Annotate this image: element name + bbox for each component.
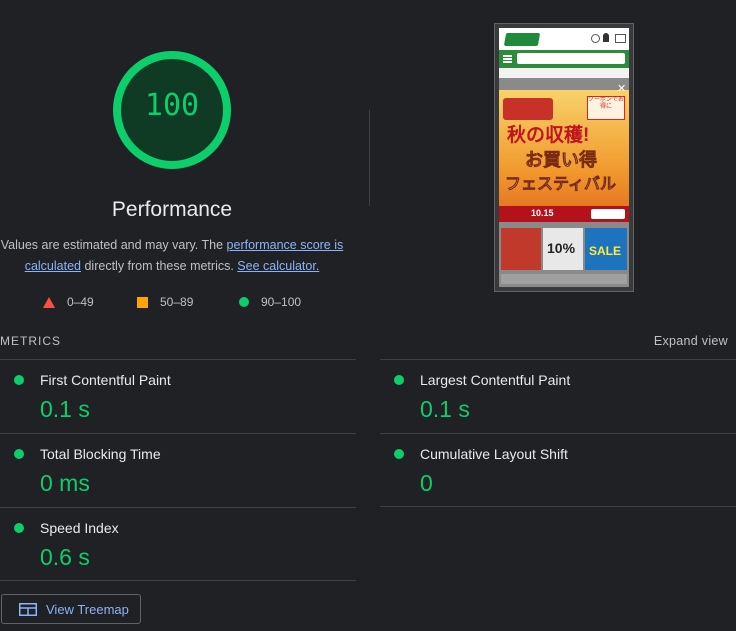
banner-title-3: フェスティバル: [505, 176, 617, 194]
history-icon: [591, 34, 600, 43]
view-treemap-label: View Treemap: [46, 601, 129, 617]
performance-title: Performance: [111, 198, 233, 221]
banner-title-1: 秋の収穫!: [507, 125, 590, 146]
metric-label: Largest Contentful Paint: [420, 372, 571, 388]
metric-value: 0.1 s: [420, 396, 470, 422]
metric-value: 0 ms: [40, 470, 90, 496]
legend-fail-range: 0–49: [67, 295, 94, 309]
metric-cumulative-layout-shift: Cumulative Layout Shift 0: [380, 433, 736, 508]
close-icon: ✕: [617, 83, 627, 95]
user-icon: [603, 33, 609, 42]
metric-label: First Contentful Paint: [40, 372, 171, 388]
legend-pass-range: 90–100: [261, 295, 302, 309]
vertical-divider: [369, 110, 370, 206]
desc-prefix: Values are estimated and may vary. The: [0, 238, 227, 252]
banner-detail-button: [591, 209, 625, 219]
site-nav: [499, 68, 629, 78]
desc-middle: directly from these metrics.: [81, 259, 238, 273]
metric-largest-contentful-paint: Largest Contentful Paint 0.1 s: [380, 359, 736, 434]
see-calculator-link[interactable]: See calculator.: [237, 259, 319, 273]
legend-fail: 0–49: [43, 295, 94, 309]
promo-percent: 10%: [547, 240, 576, 256]
cart-icon: [615, 34, 626, 43]
metrics-divider-right: [380, 506, 736, 507]
page-screenshot-thumbnail[interactable]: クーポンでお得に 秋の収穫! お買い得 フェスティバル 10.15 ✕ 10% …: [494, 23, 634, 292]
triangle-icon: [43, 296, 55, 308]
view-treemap-button[interactable]: View Treemap: [1, 594, 141, 624]
banner-date-strip: 10.15: [499, 206, 629, 222]
pass-dot-icon: [394, 375, 404, 385]
promo-sale: SALE: [589, 244, 622, 258]
promo-tile-2: 10%: [543, 228, 583, 270]
promo-strip: [501, 274, 627, 284]
metric-label: Total Blocking Time: [40, 446, 161, 462]
treemap-icon: [19, 602, 37, 616]
site-search-bar: [499, 50, 629, 68]
metric-label: Cumulative Layout Shift: [420, 446, 568, 462]
metrics-divider-left: [0, 580, 356, 581]
site-logo: [503, 33, 541, 46]
score-description: Values are estimated and may vary. The p…: [0, 235, 344, 277]
legend-pass: 90–100: [239, 295, 301, 309]
banner-badge: [503, 98, 553, 120]
site-header: [499, 28, 629, 50]
metric-total-blocking-time: Total Blocking Time 0 ms: [0, 433, 356, 508]
metric-first-contentful-paint: First Contentful Paint 0.1 s: [0, 359, 356, 434]
legend-average-range: 50–89: [160, 295, 194, 309]
expand-view-toggle[interactable]: Expand view: [654, 334, 728, 348]
metric-value: 0: [420, 470, 433, 496]
menu-icon: [503, 55, 512, 57]
banner-title-2: お買い得: [525, 150, 598, 171]
metric-label: Speed Index: [40, 520, 119, 536]
promo-tile-1: [501, 228, 541, 270]
metrics-header: METRICS: [0, 334, 61, 348]
screenshot-content: クーポンでお得に 秋の収穫! お買い得 フェスティバル 10.15 ✕ 10% …: [499, 28, 629, 287]
pass-dot-icon: [14, 523, 24, 533]
pass-dot-icon: [394, 449, 404, 459]
pass-dot-icon: [14, 375, 24, 385]
site-search-input: [517, 53, 625, 64]
score-value: 100: [144, 88, 200, 123]
square-icon: [137, 296, 148, 308]
metric-value: 0.1 s: [40, 396, 90, 422]
pass-dot-icon: [14, 449, 24, 459]
banner-date: 10.15: [531, 208, 554, 218]
metric-value: 0.6 s: [40, 544, 90, 570]
metric-speed-index: Speed Index 0.6 s: [0, 507, 356, 582]
promo-tile-3: SALE: [585, 228, 627, 270]
promo-banner: クーポンでお得に 秋の収穫! お買い得 フェスティバル 10.15 ✕: [499, 84, 629, 222]
coupon-badge: クーポンでお得に: [587, 96, 625, 120]
circle-icon: [239, 297, 249, 307]
legend-average: 50–89: [137, 295, 193, 309]
